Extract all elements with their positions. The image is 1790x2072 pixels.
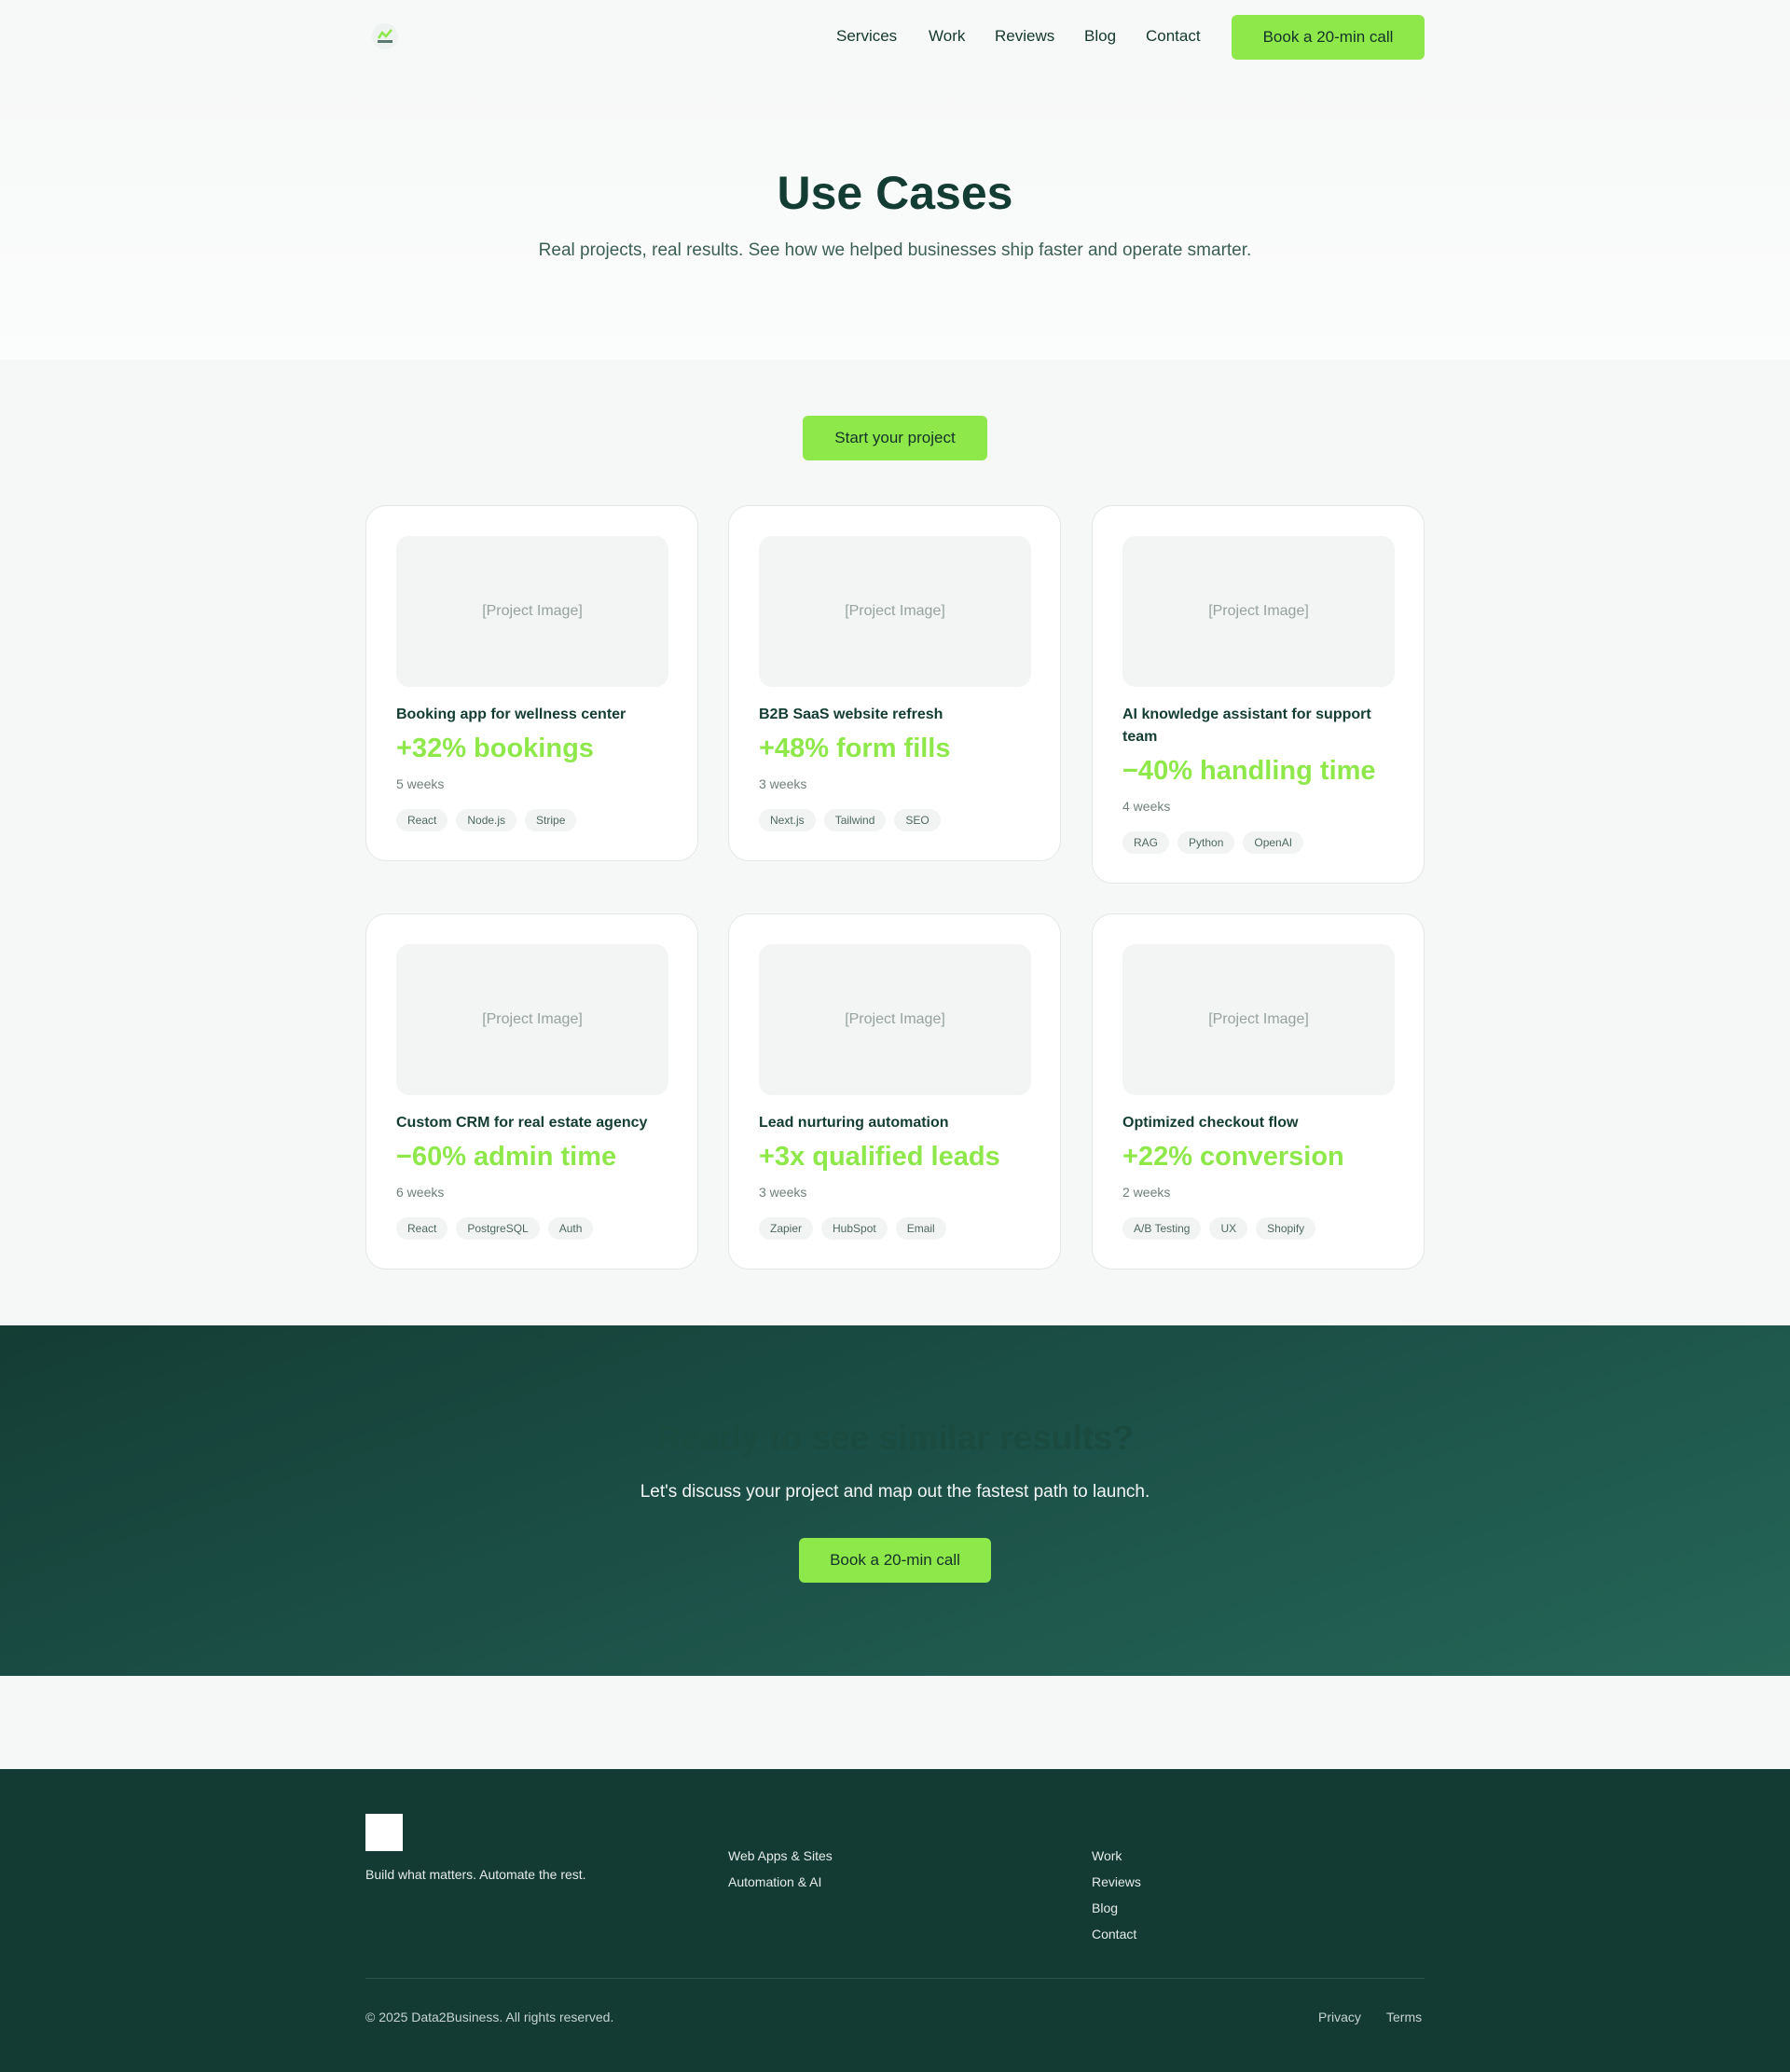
- hero-section: Use Cases Real projects, real results. S…: [0, 75, 1790, 360]
- case-title: B2B SaaS website refresh: [759, 707, 943, 722]
- case-metric: +32% bookings: [396, 734, 594, 763]
- footer-services: Web Apps & Sites Automation & AI: [728, 1848, 833, 1890]
- case-card[interactable]: [Project Image] Booking app for wellness…: [365, 505, 698, 861]
- tag: RAG: [1122, 831, 1170, 854]
- project-image: [Project Image]: [759, 944, 1031, 1095]
- tag: React: [396, 1217, 448, 1240]
- nav-work[interactable]: Work: [929, 27, 965, 46]
- tag: Python: [1177, 831, 1235, 854]
- tag: Auth: [547, 1217, 594, 1240]
- footer-link-contact[interactable]: Contact: [1092, 1927, 1141, 1942]
- site-header: Services Work Reviews Blog Contact Book …: [0, 0, 1790, 75]
- footer-link-work[interactable]: Work: [1092, 1848, 1141, 1864]
- case-duration: 2 weeks: [1122, 1185, 1171, 1200]
- case-card[interactable]: [Project Image] B2B SaaS website refresh…: [728, 505, 1061, 861]
- start-project-button[interactable]: Start your project: [803, 416, 987, 460]
- footer-link-web-apps[interactable]: Web Apps & Sites: [728, 1848, 833, 1864]
- footer-divider: [365, 1978, 1425, 1979]
- case-title: Booking app for wellness center: [396, 707, 626, 722]
- tag: OpenAI: [1243, 831, 1304, 854]
- page-subtitle: Real projects, real results. See how we …: [538, 240, 1252, 260]
- footer-logo-icon[interactable]: [365, 1814, 403, 1851]
- page-title: Use Cases: [777, 167, 1013, 219]
- tag-list: React Node.js Stripe: [396, 809, 577, 831]
- nav-contact[interactable]: Contact: [1146, 27, 1201, 46]
- tag: Email: [895, 1217, 946, 1240]
- case-metric: −40% handling time: [1122, 756, 1376, 786]
- site-footer: Build what matters. Automate the rest. W…: [0, 1769, 1790, 2072]
- tag: A/B Testing: [1122, 1217, 1202, 1240]
- case-title: Custom CRM for real estate agency: [396, 1115, 648, 1131]
- case-card[interactable]: [Project Image] Optimized checkout flow …: [1092, 913, 1425, 1269]
- tag-list: RAG Python OpenAI: [1122, 831, 1304, 854]
- tag: Node.js: [456, 809, 517, 831]
- logo-icon[interactable]: [371, 22, 399, 50]
- project-image: [Project Image]: [1122, 536, 1395, 687]
- tag: Shopify: [1256, 1217, 1316, 1240]
- nav-reviews[interactable]: Reviews: [995, 27, 1054, 46]
- case-duration: 5 weeks: [396, 776, 445, 791]
- footer-tagline: Build what matters. Automate the rest.: [365, 1867, 586, 1882]
- copyright: © 2025 Data2Business. All rights reserve…: [365, 2010, 614, 2024]
- case-title: Lead nurturing automation: [759, 1115, 949, 1131]
- privacy-link[interactable]: Privacy: [1318, 2010, 1361, 2024]
- project-image: [Project Image]: [396, 944, 668, 1095]
- case-title: Optimized checkout flow: [1122, 1115, 1299, 1131]
- cta-book-call-button[interactable]: Book a 20-min call: [799, 1538, 991, 1583]
- cta-subtitle: Let's discuss your project and map out t…: [640, 1482, 1150, 1502]
- case-duration: 3 weeks: [759, 776, 807, 791]
- case-metric: +48% form fills: [759, 734, 951, 763]
- project-image: [Project Image]: [1122, 944, 1395, 1095]
- tag-list: Zapier HubSpot Email: [759, 1217, 946, 1240]
- book-call-button[interactable]: Book a 20-min call: [1232, 15, 1425, 60]
- project-image: [Project Image]: [759, 536, 1031, 687]
- case-duration: 3 weeks: [759, 1185, 807, 1200]
- tag: Tailwind: [823, 809, 887, 831]
- cta-section: Ready to see similar results? Let's disc…: [0, 1325, 1790, 1676]
- tag: React: [396, 809, 448, 831]
- tag: UX: [1209, 1217, 1248, 1240]
- nav-services[interactable]: Services: [836, 27, 897, 46]
- tag: HubSpot: [821, 1217, 888, 1240]
- tag-list: Next.js Tailwind SEO: [759, 809, 941, 831]
- case-title: AI knowledge assistant for support team: [1122, 707, 1371, 745]
- footer-link-blog[interactable]: Blog: [1092, 1900, 1141, 1916]
- footer-links: Work Reviews Blog Contact: [1092, 1848, 1141, 1942]
- tag: PostgreSQL: [456, 1217, 540, 1240]
- cta-title: Ready to see similar results?: [655, 1419, 1135, 1457]
- tag: Next.js: [759, 809, 816, 831]
- project-image: [Project Image]: [396, 536, 668, 687]
- tag: Zapier: [759, 1217, 814, 1240]
- case-duration: 6 weeks: [396, 1185, 445, 1200]
- case-card[interactable]: [Project Image] Custom CRM for real esta…: [365, 913, 698, 1269]
- case-card[interactable]: [Project Image] Lead nurturing automatio…: [728, 913, 1061, 1269]
- tag-list: A/B Testing UX Shopify: [1122, 1217, 1316, 1240]
- terms-link[interactable]: Terms: [1386, 2010, 1422, 2024]
- footer-link-reviews[interactable]: Reviews: [1092, 1874, 1141, 1890]
- case-metric: +3x qualified leads: [759, 1142, 1000, 1172]
- case-duration: 4 weeks: [1122, 799, 1171, 814]
- case-card[interactable]: [Project Image] AI knowledge assistant f…: [1092, 505, 1425, 884]
- tag: SEO: [894, 809, 941, 831]
- tag: Stripe: [525, 809, 577, 831]
- case-metric: −60% admin time: [396, 1142, 617, 1172]
- footer-link-automation[interactable]: Automation & AI: [728, 1874, 833, 1890]
- nav-blog[interactable]: Blog: [1084, 27, 1116, 46]
- case-metric: +22% conversion: [1122, 1142, 1344, 1172]
- tag-list: React PostgreSQL Auth: [396, 1217, 594, 1240]
